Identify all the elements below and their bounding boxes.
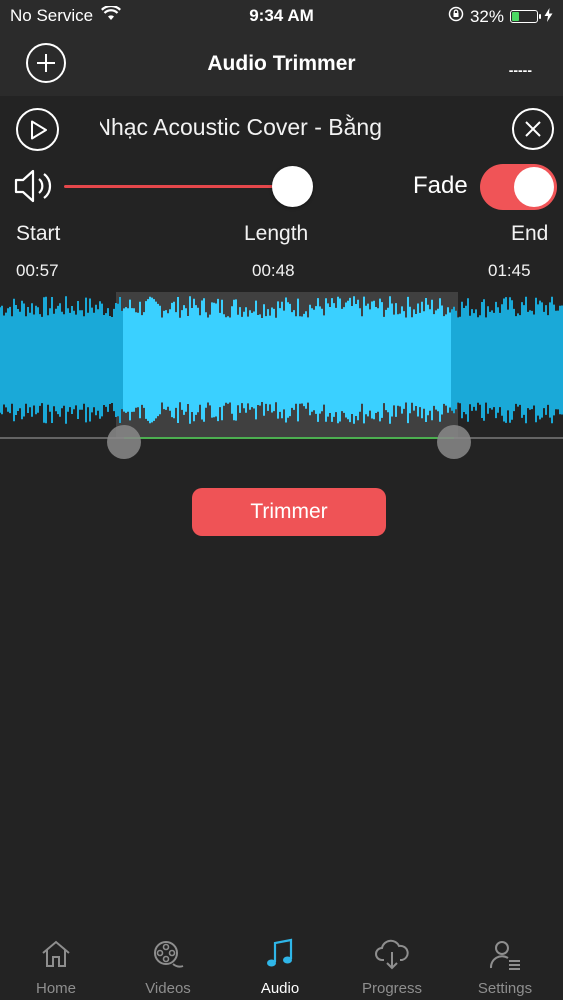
trim-start-handle[interactable] bbox=[107, 425, 141, 459]
audio-waveform[interactable] bbox=[0, 292, 563, 462]
fade-toggle-knob bbox=[514, 167, 554, 207]
tab-progress-label: Progress bbox=[361, 980, 423, 997]
close-button[interactable] bbox=[512, 108, 554, 150]
play-button[interactable] bbox=[16, 108, 59, 151]
fade-label: Fade bbox=[413, 172, 468, 199]
start-label: Start bbox=[16, 222, 61, 245]
status-right: 32% bbox=[448, 6, 553, 27]
status-bar: No Service 9:34 AM 32% bbox=[0, 0, 563, 32]
tab-progress-icon-wrap bbox=[336, 938, 448, 972]
film-reel-icon bbox=[154, 941, 184, 968]
start-time: 00:57 bbox=[16, 261, 59, 280]
speaker-icon bbox=[14, 168, 54, 209]
tab-audio[interactable]: Audio bbox=[224, 928, 336, 1000]
battery-percent: 32% bbox=[469, 6, 504, 26]
tab-audio-label: Audio bbox=[260, 980, 300, 997]
length-time: 00:48 bbox=[252, 261, 295, 280]
tab-home-label: Home bbox=[35, 980, 76, 997]
orientation-lock-icon bbox=[448, 6, 464, 27]
tab-progress[interactable]: Progress bbox=[336, 928, 448, 1000]
tab-home-icon-wrap bbox=[0, 938, 112, 972]
end-label: End bbox=[511, 222, 549, 245]
audio-trimmer-screen: No Service 9:34 AM 32% Audio Trimmer ---… bbox=[0, 0, 563, 1000]
fade-toggle[interactable] bbox=[480, 164, 557, 210]
tab-audio-icon-wrap bbox=[224, 938, 336, 972]
user-settings-icon bbox=[489, 941, 520, 970]
waveform-selected bbox=[123, 296, 451, 424]
tab-settings[interactable]: Settings bbox=[449, 928, 561, 1000]
track-title: Nhạc Acoustic Cover - Bằng bbox=[100, 114, 382, 140]
close-icon bbox=[525, 121, 541, 137]
tab-home[interactable]: Home bbox=[0, 928, 112, 1000]
battery-fill bbox=[512, 12, 519, 21]
volume-slider-thumb[interactable] bbox=[272, 166, 313, 207]
cloud-download-icon bbox=[375, 939, 409, 970]
menu-button[interactable]: ----- bbox=[509, 62, 532, 78]
charging-bolt-icon bbox=[544, 7, 553, 27]
page-title: Audio Trimmer bbox=[207, 52, 356, 75]
track-title-marquee: Nhạc Acoustic Cover - Bằng bbox=[100, 114, 382, 146]
tab-videos-icon-wrap bbox=[112, 938, 224, 972]
tab-bar: Home Videos Audio Progress Settings bbox=[0, 928, 563, 1000]
trim-end-handle[interactable] bbox=[437, 425, 471, 459]
volume-slider-track[interactable] bbox=[64, 185, 292, 188]
tab-settings-icon-wrap bbox=[449, 938, 561, 972]
home-icon bbox=[42, 940, 70, 967]
length-label: Length bbox=[244, 222, 309, 245]
tab-settings-label: Settings bbox=[477, 980, 533, 997]
music-note-icon bbox=[267, 938, 293, 967]
tab-videos-label: Videos bbox=[145, 980, 191, 997]
navigation-bar: Audio Trimmer ----- bbox=[0, 32, 563, 96]
trim-button[interactable]: Trimmer bbox=[192, 488, 386, 536]
end-time: 01:45 bbox=[488, 261, 531, 280]
tab-videos[interactable]: Videos bbox=[112, 928, 224, 1000]
play-icon bbox=[31, 120, 47, 140]
battery-icon bbox=[510, 10, 541, 23]
